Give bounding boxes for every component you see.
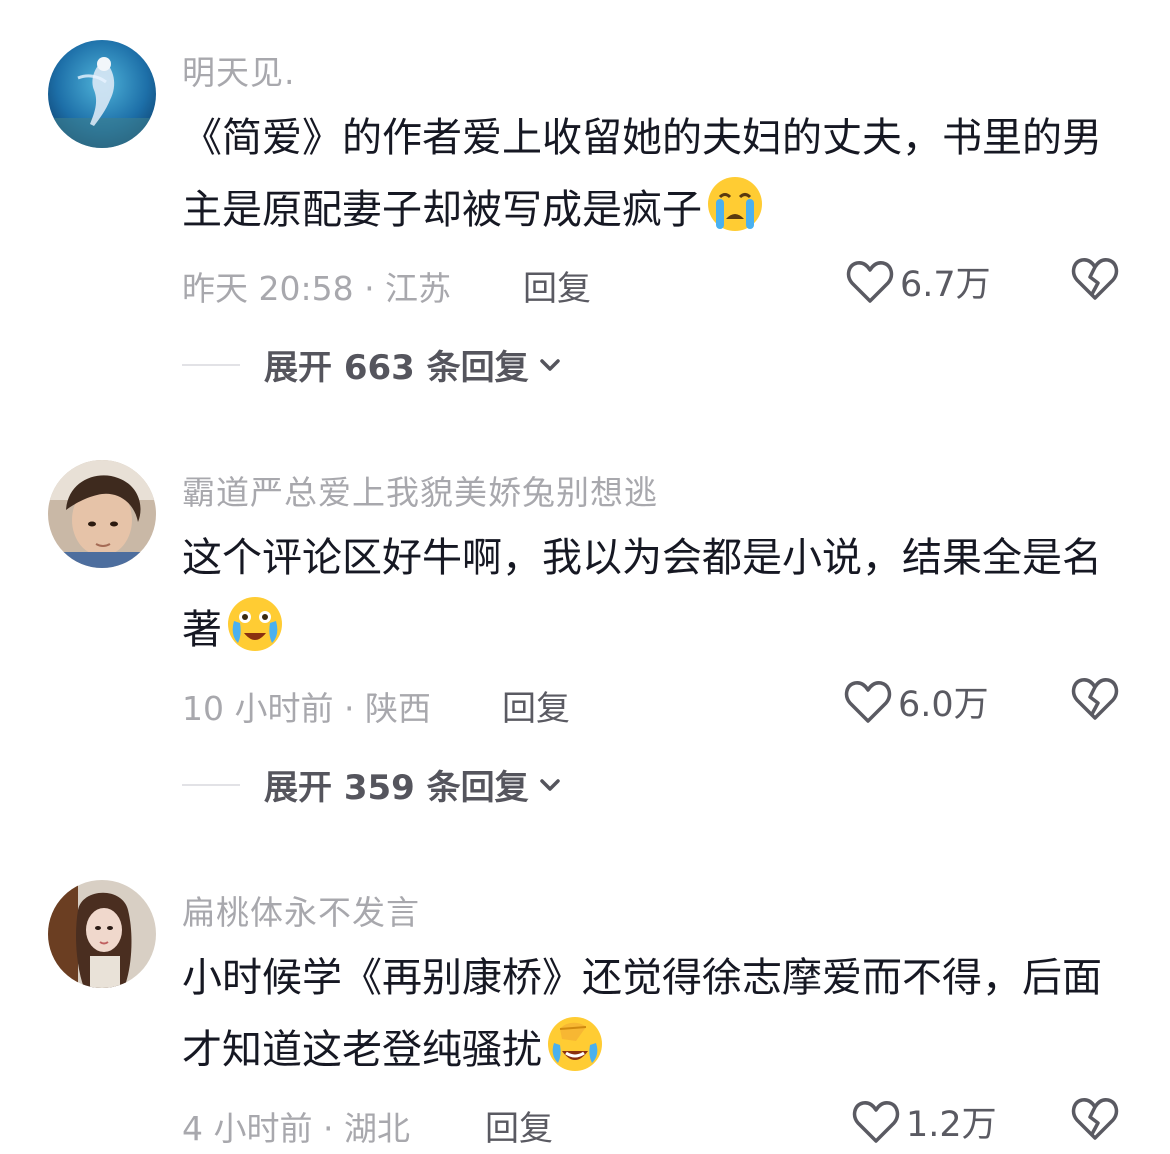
expand-replies-label: 展开 663 条回复 (264, 348, 529, 388)
dislike-button[interactable] (1071, 1096, 1119, 1146)
dislike-button[interactable] (1071, 256, 1119, 306)
like-count: 6.0万 (898, 685, 989, 725)
like-count: 1.2万 (906, 1105, 997, 1145)
comment-body: 这个评论区好牛啊，我以为会都是小说，结果全是名著 (182, 535, 1102, 653)
username[interactable]: 扁桃体永不发言 (182, 886, 420, 934)
comment-meta: 10 小时前 · 陕西 (182, 689, 431, 728)
comment-meta: 昨天 20:58 · 江苏 (182, 269, 452, 308)
like-button[interactable]: 6.7万 (846, 256, 991, 307)
heart-outline-icon (852, 1100, 900, 1143)
avatar[interactable] (48, 460, 156, 568)
comment-text: 这个评论区好牛啊，我以为会都是小说，结果全是名著 (182, 522, 1122, 666)
broken-heart-icon (1071, 1098, 1119, 1140)
loudly-crying-face-icon (706, 175, 764, 233)
like-button[interactable]: 6.0万 (844, 676, 989, 727)
expand-replies-button[interactable]: 展开 359 条回复 (182, 760, 563, 809)
face-palm-crying-icon (546, 1015, 604, 1073)
comment-meta: 4 小时前 · 湖北 (182, 1109, 410, 1148)
comment-list: 明天见. 《简爱》的作者爱上收留她的夫妇的丈夫，书里的男主是原配妻子却被写成是疯… (0, 0, 1170, 1154)
like-count: 6.7万 (900, 265, 991, 305)
heart-outline-icon (846, 260, 894, 303)
heart-outline-icon (844, 680, 892, 723)
broken-heart-icon (1071, 678, 1119, 720)
username[interactable]: 明天见. (182, 46, 296, 94)
broken-heart-icon (1071, 258, 1119, 300)
divider (182, 783, 240, 786)
reply-button[interactable]: 回复 (523, 261, 591, 310)
reply-button[interactable]: 回复 (485, 1101, 553, 1150)
dislike-button[interactable] (1071, 676, 1119, 726)
comment-text: 小时候学《再别康桥》还觉得徐志摩爱而不得，后面才知道这老登纯骚扰 (182, 942, 1122, 1086)
avatar[interactable] (48, 40, 156, 148)
avatar[interactable] (48, 880, 156, 988)
chevron-down-icon (539, 778, 560, 791)
comment-body: 小时候学《再别康桥》还觉得徐志摩爱而不得，后面才知道这老登纯骚扰 (182, 955, 1102, 1073)
comment-text: 《简爱》的作者爱上收留她的夫妇的丈夫，书里的男主是原配妻子却被写成是疯子 (182, 102, 1122, 246)
reply-button[interactable]: 回复 (502, 681, 570, 730)
like-button[interactable]: 1.2万 (852, 1096, 997, 1147)
divider (182, 363, 240, 366)
crying-face-icon (226, 595, 284, 653)
username[interactable]: 霸道严总爱上我貌美娇兔别想逃 (182, 466, 658, 514)
expand-replies-button[interactable]: 展开 663 条回复 (182, 340, 563, 389)
expand-replies-label: 展开 359 条回复 (264, 768, 529, 808)
chevron-down-icon (539, 358, 560, 371)
comment-body: 《简爱》的作者爱上收留她的夫妇的丈夫，书里的男主是原配妻子却被写成是疯子 (182, 115, 1102, 233)
